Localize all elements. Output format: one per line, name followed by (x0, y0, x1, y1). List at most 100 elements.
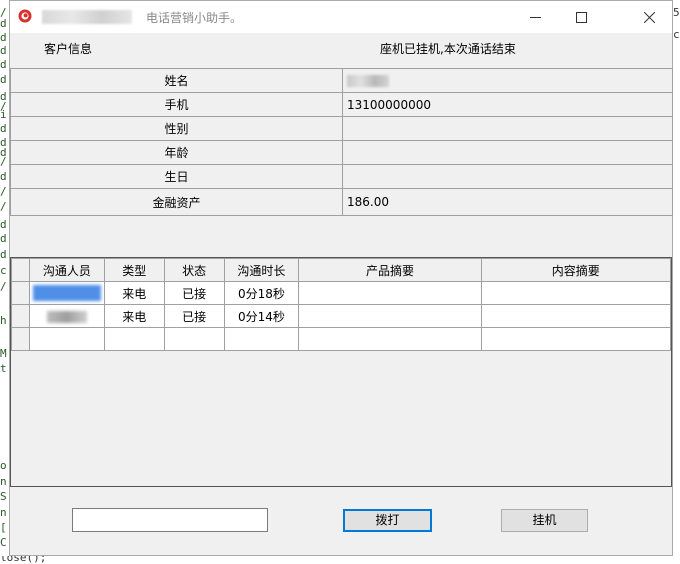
table-row[interactable]: 来电 已接 0分14秒 (11, 304, 672, 328)
bg-char: M (0, 347, 7, 360)
bg-char: / (0, 155, 7, 168)
row-header[interactable] (11, 327, 30, 351)
info-value: 13100000000 (342, 92, 673, 117)
info-row-age: 年龄 (10, 140, 673, 165)
window-title: 电话营销小助手。 (146, 11, 243, 25)
call-record-grid[interactable]: 沟通人员 类型 状态 沟通时长 产品摘要 内容摘要 来电 已接 0分18秒 来电 (10, 257, 672, 487)
dial-button[interactable]: 拨打 (343, 509, 432, 532)
grid-cell[interactable] (223, 327, 300, 351)
bg-char: n (0, 475, 7, 488)
grid-cell[interactable] (163, 327, 225, 351)
column-header[interactable]: 类型 (103, 258, 165, 282)
bg-char: c- (673, 28, 680, 40)
app-logo-icon (18, 9, 32, 23)
info-row-gender: 性别 (10, 116, 673, 141)
app-window: 电话营销小助手。 客户信息 座机已挂机,本次通话结束 姓名 手机 1310000… (9, 0, 673, 556)
bg-char: d (0, 232, 7, 245)
bg-char: t (0, 362, 7, 375)
bg-char: d (0, 44, 7, 57)
info-label: 手机 (10, 92, 343, 117)
close-button[interactable] (626, 1, 672, 33)
grid-cell-status[interactable]: 已接 (163, 281, 225, 305)
info-label: 金融资产 (10, 188, 343, 216)
bg-char: n (0, 506, 7, 519)
grid-cell[interactable] (28, 327, 105, 351)
bg-char: d (0, 218, 7, 231)
call-status-text: 座机已挂机,本次通话结束 (380, 42, 516, 56)
bg-char: d (0, 170, 7, 183)
bg-char: / (0, 185, 7, 198)
bg-bottom-text: lose(); (0, 556, 47, 564)
bg-char: i (0, 108, 7, 121)
column-header[interactable]: 内容摘要 (480, 258, 672, 282)
redacted-staff (32, 285, 101, 301)
redacted-name (347, 75, 389, 87)
grid-cell-content[interactable] (480, 304, 672, 328)
info-row-birthday: 生日 (10, 164, 673, 189)
grid-cell-type[interactable]: 来电 (103, 304, 165, 328)
grid-cell-status[interactable]: 已接 (163, 304, 225, 328)
info-value (342, 140, 673, 165)
title-bar[interactable]: 电话营销小助手。 (10, 1, 672, 33)
info-value (342, 68, 673, 93)
phone-number-input[interactable] (72, 508, 268, 532)
info-row-name: 姓名 (10, 68, 673, 93)
bg-char: d (0, 31, 7, 44)
background-editor-bottom: lose(); (0, 556, 680, 564)
grid-cell[interactable] (298, 327, 482, 351)
grid-cell-content[interactable] (480, 281, 672, 305)
table-row-new[interactable] (11, 327, 672, 351)
column-header[interactable]: 产品摘要 (298, 258, 482, 282)
grid-cell-duration[interactable]: 0分18秒 (223, 281, 300, 305)
bg-char: / (0, 200, 7, 213)
row-header[interactable] (11, 281, 30, 305)
customer-info-label: 客户信息 (44, 42, 93, 56)
info-value (342, 116, 673, 141)
info-label: 性别 (10, 116, 343, 141)
grid-cell[interactable] (103, 327, 165, 351)
info-row-assets: 金融资产 186.00 (10, 188, 673, 216)
bg-char: C (0, 536, 7, 549)
column-header[interactable]: 状态 (163, 258, 225, 282)
bg-char: o (0, 459, 7, 472)
hangup-button[interactable]: 挂机 (501, 509, 588, 532)
grid-cell[interactable] (480, 327, 672, 351)
title-redacted (42, 10, 132, 24)
grid-header-row: 沟通人员 类型 状态 沟通时长 产品摘要 内容摘要 (11, 258, 672, 282)
bg-char: d (0, 248, 7, 261)
grid-cell-staff[interactable] (28, 281, 105, 305)
bg-char: / (0, 280, 7, 293)
close-icon (643, 11, 655, 23)
grid-cell-staff[interactable] (28, 304, 105, 328)
column-header[interactable]: 沟通人员 (28, 258, 105, 282)
info-label: 生日 (10, 164, 343, 189)
bg-char: [ (0, 521, 7, 534)
minimize-button[interactable] (512, 1, 558, 33)
info-row-mobile: 手机 13100000000 (10, 92, 673, 117)
maximize-button[interactable] (558, 1, 604, 33)
row-header[interactable] (11, 304, 30, 328)
background-editor-right: 57 c- (673, 0, 680, 40)
grid-cell-duration[interactable]: 0分14秒 (223, 304, 300, 328)
customer-info-table: 姓名 手机 13100000000 性别 年龄 生日 金融资产 186.00 (10, 68, 673, 216)
bg-char: d (0, 122, 7, 135)
grid-cell-product[interactable] (298, 281, 482, 305)
table-row[interactable]: 来电 已接 0分18秒 (11, 281, 672, 305)
info-label: 姓名 (10, 68, 343, 93)
grid-cell-type[interactable]: 来电 (103, 281, 165, 305)
info-label: 年龄 (10, 140, 343, 165)
bg-char: d (0, 73, 7, 86)
column-header[interactable]: 沟通时长 (223, 258, 300, 282)
grid-cell-product[interactable] (298, 304, 482, 328)
bg-char: 57 (673, 6, 680, 19)
bg-char: c (0, 264, 7, 277)
info-value (342, 164, 673, 189)
bg-char: S (0, 490, 7, 503)
bg-char: d (0, 58, 7, 71)
redacted-staff (46, 310, 87, 323)
bg-char: d (0, 17, 7, 30)
grid-corner (11, 258, 30, 282)
minimize-icon (529, 16, 541, 18)
maximize-icon (575, 11, 587, 23)
info-value: 186.00 (342, 188, 673, 216)
